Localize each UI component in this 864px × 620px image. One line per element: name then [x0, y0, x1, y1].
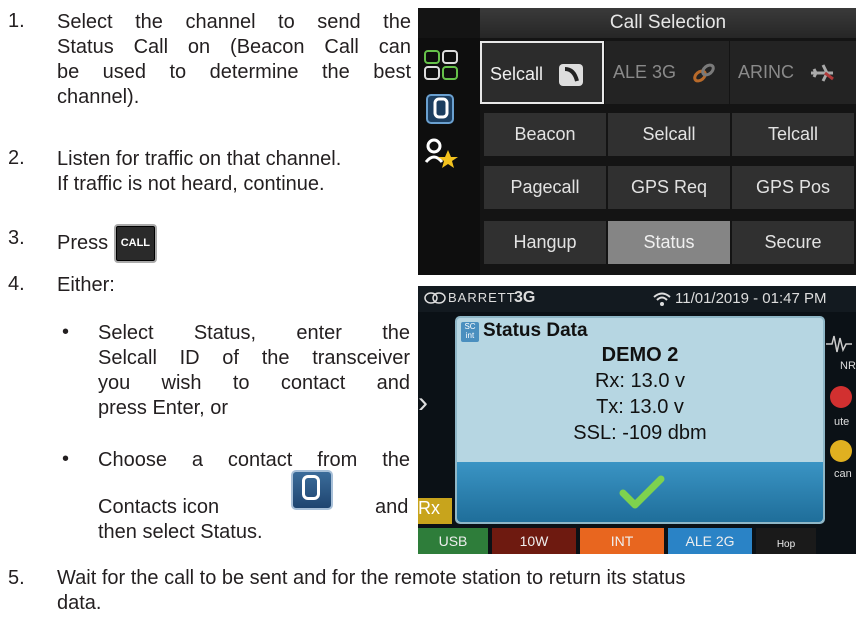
- waveform-icon: [826, 335, 852, 353]
- call-key-icon: CALL: [113, 224, 158, 263]
- text-line: Select the channel to send the: [57, 11, 411, 33]
- step-number: 5.: [8, 567, 25, 589]
- tx-voltage: Tx: 13.0 v: [596, 396, 684, 418]
- side-label: can: [834, 468, 852, 480]
- bullet-dot: •: [62, 321, 70, 343]
- call-type-telcall[interactable]: Telcall: [732, 113, 854, 156]
- call-type-pagecall[interactable]: Pagecall: [484, 166, 606, 209]
- call-type-status[interactable]: Status: [608, 221, 730, 264]
- step-number: 4.: [8, 273, 25, 295]
- text-line: data.: [57, 592, 102, 614]
- mute-icon: [830, 386, 852, 408]
- call-type-gps-pos[interactable]: GPS Pos: [732, 166, 854, 209]
- tab-label: ARINC: [738, 62, 795, 82]
- bullet-1-text: Select Status, enter the Selcall ID of t…: [98, 321, 410, 421]
- tab-arinc[interactable]: ARINC: [730, 41, 856, 104]
- step-5-text: Wait for the call to be sent and for the…: [57, 566, 857, 616]
- step-4-label: Either:: [57, 274, 115, 296]
- datetime: 11/01/2019 - 01:47 PM: [675, 290, 827, 307]
- link-icon: [693, 63, 715, 83]
- badge-bottom: int: [465, 331, 475, 340]
- call-type-icon[interactable]: [424, 50, 458, 80]
- tab-label: Selcall: [490, 64, 544, 84]
- press-label: Press: [57, 231, 109, 254]
- side-panel: NR ute can: [820, 330, 856, 480]
- side-label: ute: [834, 416, 850, 428]
- text-line: If traffic is not heard, continue.: [57, 173, 325, 195]
- call-type-secure[interactable]: Secure: [732, 221, 854, 264]
- text-line: you wish to contact and: [98, 372, 410, 394]
- favorite-contacts-icon[interactable]: [424, 138, 458, 168]
- mode-label: 3G: [514, 289, 536, 306]
- status-data-screen: BARRETT 3G 11/01/2019 - 01:47 PM › NR ut…: [418, 286, 856, 554]
- call-type-beacon[interactable]: Beacon: [484, 113, 606, 156]
- ssl-value: SSL: -109 dbm: [573, 422, 707, 444]
- bullet-2-and: and: [375, 496, 409, 518]
- aircraft-icon: [811, 64, 834, 82]
- contacts-icon[interactable]: [424, 94, 458, 124]
- barrett-logo-icon: [424, 292, 446, 304]
- brand-label: BARRETT: [448, 290, 516, 305]
- text-line: channel).: [57, 86, 140, 108]
- status-call-icon: SC int: [461, 322, 479, 342]
- wifi-icon: [653, 292, 671, 306]
- step-number: 3.: [8, 227, 25, 249]
- side-label: NR: [840, 360, 856, 372]
- text-line: press Enter, or: [98, 397, 229, 419]
- call-type-gps-req[interactable]: GPS Req: [608, 166, 730, 209]
- checkmark-icon: [619, 475, 665, 509]
- step-2-text: Listen for traffic on that channel. If t…: [57, 147, 415, 197]
- bullet-2-contacts-label: Contacts icon: [98, 496, 220, 518]
- step-1-text: Select the channel to send the Status Ca…: [57, 10, 411, 110]
- tab-label: ALE 3G: [613, 62, 677, 82]
- rx-voltage: Rx: 13.0 v: [594, 370, 686, 392]
- status-data-dialog: SC int Status Data DEMO 2 Rx: 13.0 v Tx:…: [455, 316, 825, 524]
- left-arrow-icon: ›: [418, 386, 428, 419]
- dialog-title: Status Data: [483, 320, 588, 341]
- step-number: 2.: [8, 147, 25, 169]
- ale-2g-indicator[interactable]: ALE 2G: [668, 528, 752, 554]
- ok-button[interactable]: [457, 462, 823, 522]
- text-line: Select Status, enter the: [98, 322, 410, 344]
- power-10w[interactable]: 10W: [492, 528, 576, 554]
- call-type-hangup[interactable]: Hangup: [484, 221, 606, 264]
- call-selection-screen: Call Selection Selcall ALE 3G ARINC Beac…: [418, 8, 856, 275]
- tab-selcall[interactable]: Selcall: [480, 41, 604, 104]
- station-name: DEMO 2: [601, 344, 679, 366]
- bullet-2-line-3: then select Status.: [98, 521, 263, 543]
- rx-indicator: Rx: [418, 498, 452, 524]
- mode-usb[interactable]: USB: [418, 528, 488, 554]
- step-3-text: Press CALL: [57, 224, 158, 263]
- contacts-icon: [291, 470, 333, 510]
- tab-ale-3g[interactable]: ALE 3G: [605, 41, 729, 104]
- text-line: be used to determine the best: [57, 61, 411, 83]
- screen-title: Call Selection: [480, 8, 856, 38]
- top-bar: BARRETT 3G 11/01/2019 - 01:47 PM: [418, 286, 856, 312]
- badge-top: SC: [464, 322, 476, 331]
- text-line: Selcall ID of the transceiver: [98, 347, 410, 369]
- sidebar: [418, 38, 480, 275]
- text-line: Listen for traffic on that channel.: [57, 148, 342, 170]
- text-line: Status Call on (Beacon Call can: [57, 36, 411, 58]
- hop-indicator[interactable]: Hop: [756, 528, 816, 554]
- bullet-dot: •: [62, 448, 70, 470]
- call-type-selcall[interactable]: Selcall: [608, 113, 730, 156]
- int-indicator[interactable]: INT: [580, 528, 664, 554]
- text-line: Wait for the call to be sent and for the…: [57, 567, 686, 589]
- bullet-2-line-1: Choose a contact from the: [98, 449, 410, 471]
- scan-icon: [830, 440, 852, 462]
- step-number: 1.: [8, 10, 25, 32]
- phone-handset-icon: [559, 64, 584, 87]
